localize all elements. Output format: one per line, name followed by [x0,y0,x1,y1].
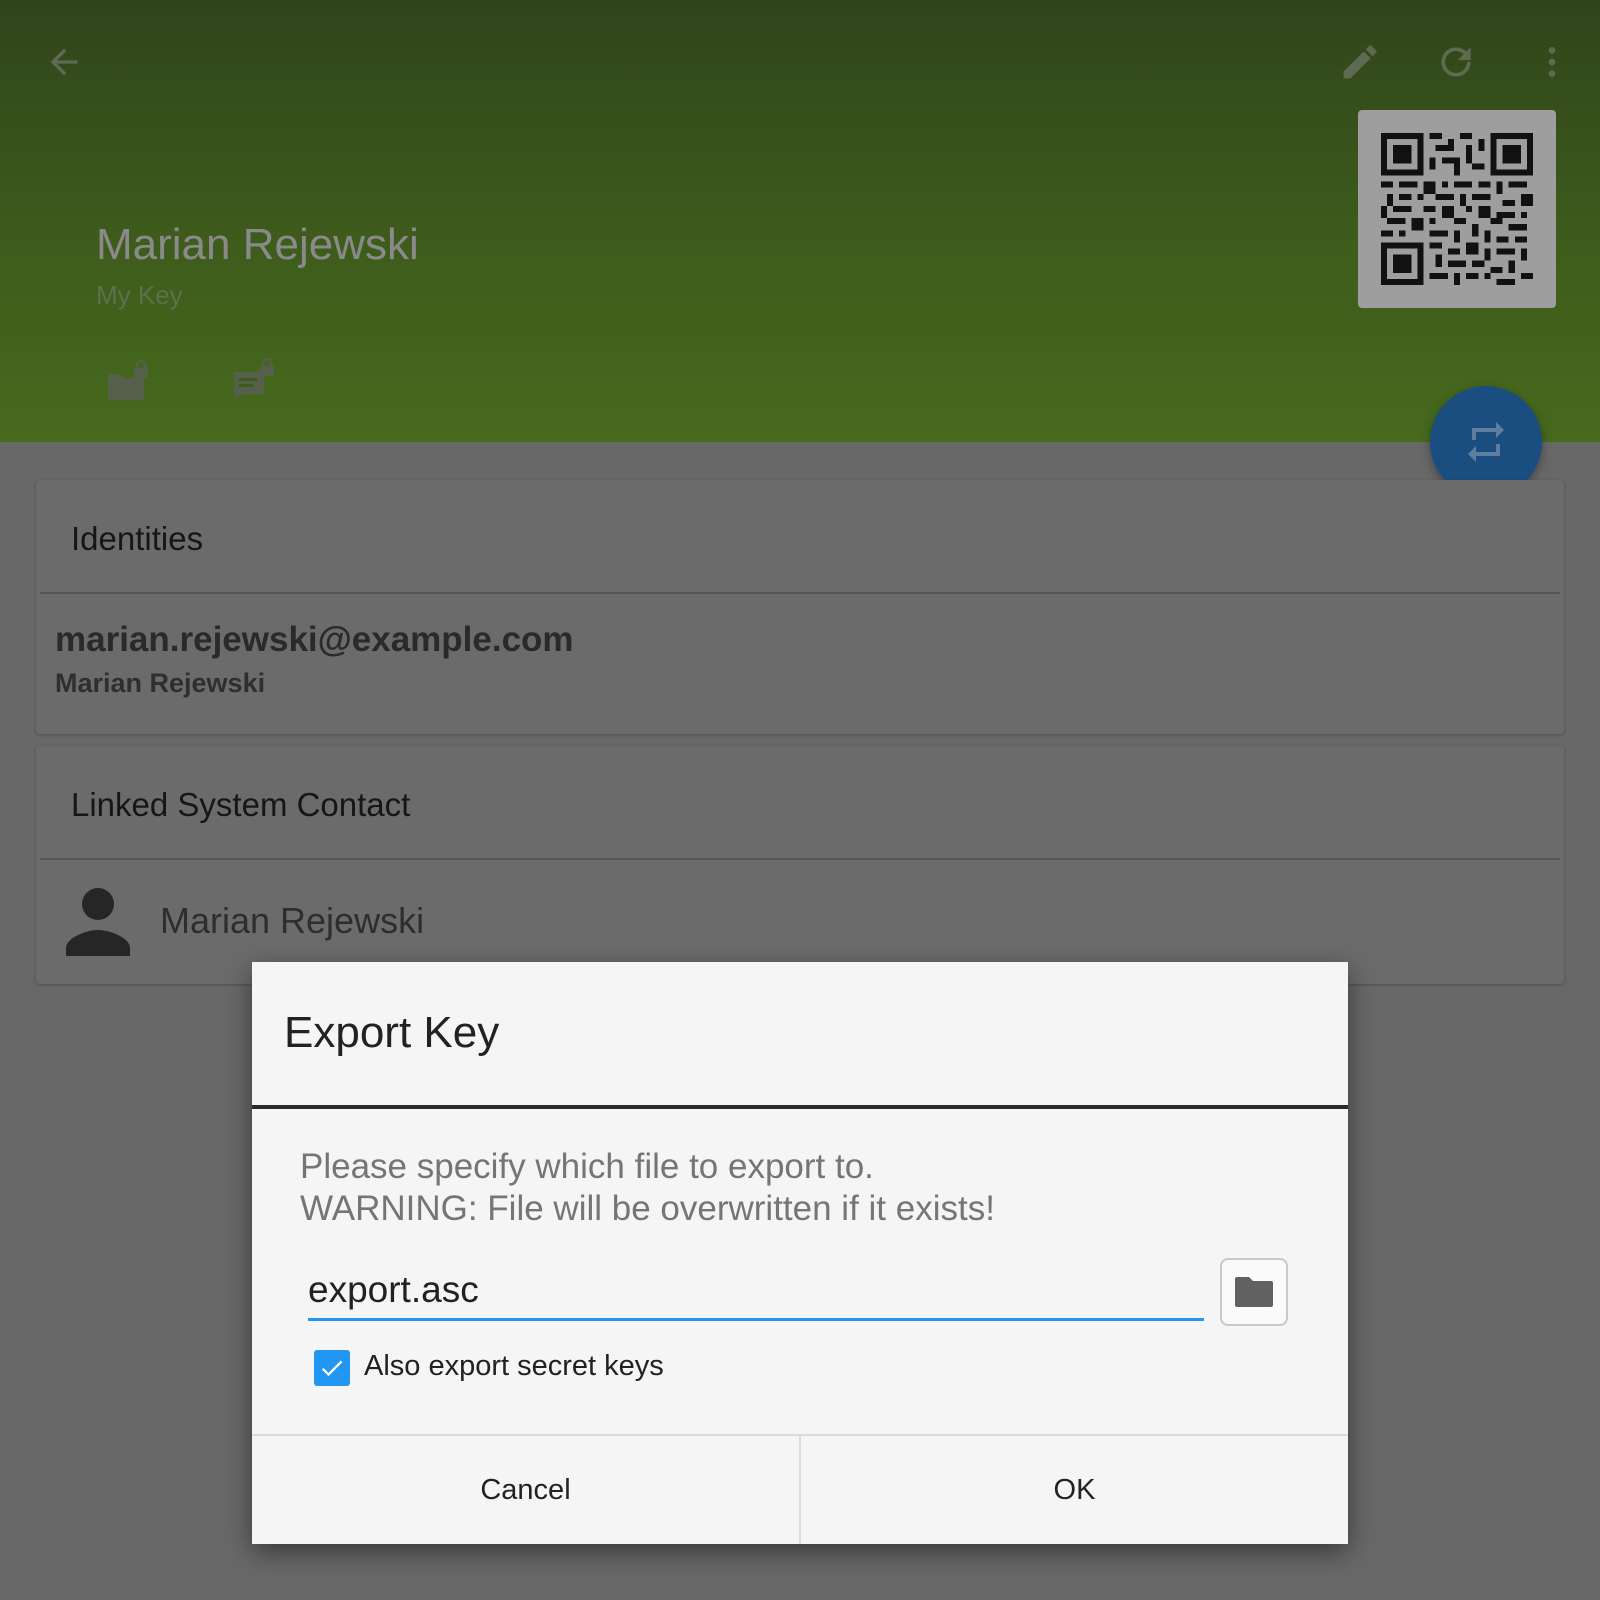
dialog-title: Export Key [284,1008,500,1057]
identities-title: Identities [71,520,204,557]
identity-email[interactable]: marian.rejewski@example.com [55,620,574,660]
qr-code-icon[interactable] [1358,110,1556,308]
folder-icon [1235,1277,1273,1307]
export-secret-keys-label[interactable]: Also export secret keys [364,1350,664,1383]
linked-contact-name[interactable]: Marian Rejewski [160,900,424,942]
app-screen: Marian Rejewski My Key Identities marian… [0,0,1600,1600]
encrypt-text-icon[interactable] [226,354,282,410]
linked-contact-title: Linked System Contact [71,786,411,823]
dialog-message: Please specify which file to export to. … [300,1146,995,1230]
edit-icon[interactable] [1328,30,1392,94]
key-header: Marian Rejewski My Key [0,0,1600,442]
key-subtitle: My Key [96,280,183,310]
dialog-message-line1: Please specify which file to export to. [300,1147,874,1186]
identity-name[interactable]: Marian Rejewski [55,668,265,699]
ok-button[interactable]: OK [801,1436,1348,1544]
identities-divider [40,592,1560,594]
export-secret-keys-checkbox[interactable] [314,1350,350,1386]
encrypt-files-icon[interactable] [100,354,156,410]
arrow-back-icon[interactable] [32,30,96,94]
person-icon [64,886,132,956]
browse-folder-button[interactable] [1220,1258,1288,1326]
identities-card [36,480,1564,734]
dialog-title-divider [252,1105,1348,1109]
cancel-button[interactable]: Cancel [252,1436,799,1544]
key-name: Marian Rejewski [96,220,419,269]
more-vert-icon[interactable] [1520,30,1584,94]
linked-contact-divider [40,858,1560,860]
filename-input[interactable] [308,1262,1204,1321]
check-icon [321,1360,343,1377]
refresh-icon[interactable] [1424,30,1488,94]
linked-contact-card [36,746,1564,984]
dialog-message-warning: WARNING: File will be overwritten if it … [300,1189,995,1228]
export-key-dialog: Export Key Please specify which file to … [252,962,1348,1544]
